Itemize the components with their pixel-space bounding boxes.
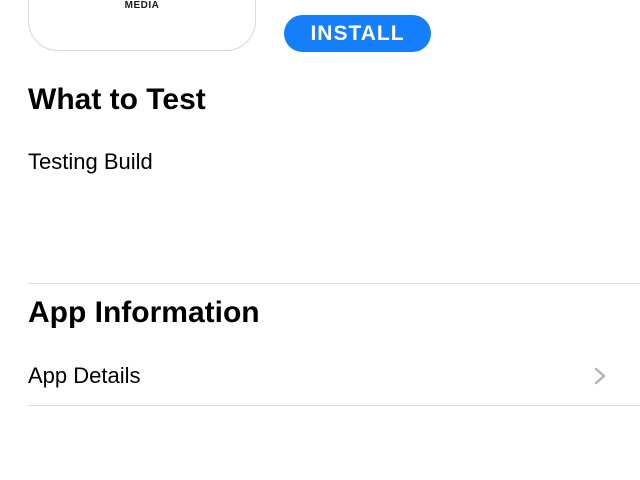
app-icon-label: MEDIA [124,0,160,11]
what-to-test-heading: What to Test [28,83,206,116]
section-divider [28,283,640,284]
app-details-label: App Details [28,363,141,388]
app-icon: MEDIA [28,0,256,51]
chevron-right-icon [586,362,614,390]
what-to-test-text: Testing Build [28,149,153,174]
install-button[interactable]: INSTALL [284,15,431,52]
row-divider [28,405,640,406]
app-details-row[interactable]: App Details [28,358,640,394]
app-information-heading: App Information [28,296,260,329]
testflight-app-page: MEDIA INSTALL What to Test Testing Build… [0,0,640,480]
